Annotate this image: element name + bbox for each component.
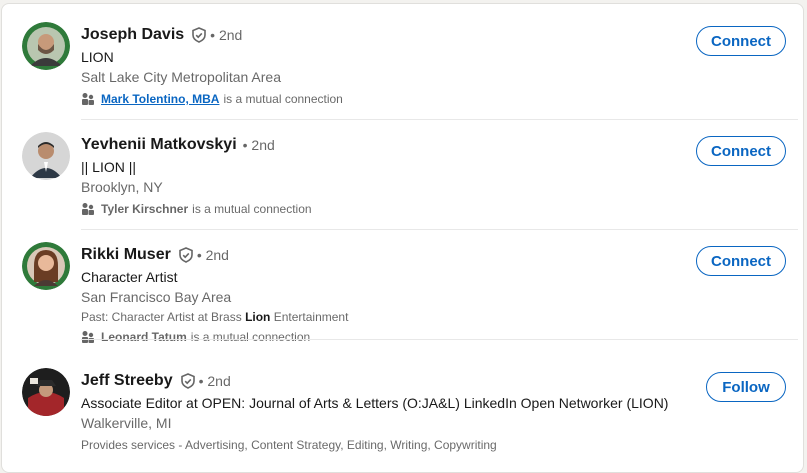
connect-button[interactable]: Connect <box>696 26 786 56</box>
connection-degree: • 2nd <box>198 373 231 389</box>
avatar[interactable] <box>22 368 70 416</box>
mutual-connection-name[interactable]: Tyler Kirschner <box>101 199 188 219</box>
member-headline: Character Artist <box>81 269 178 285</box>
search-result-item: Joseph Davis • 2nd LION Salt Lake City M… <box>10 10 798 120</box>
connection-degree: • 2nd <box>196 247 229 263</box>
search-results-card: Joseph Davis • 2nd LION Salt Lake City M… <box>1 3 804 473</box>
member-location: Walkerville, MI <box>81 415 172 431</box>
verified-badge-icon <box>178 247 194 263</box>
mutual-connection-text: is a mutual connection <box>192 202 312 216</box>
member-name[interactable]: Jeff Streeby <box>81 372 173 390</box>
member-headline: Associate Editor at OPEN: Journal of Art… <box>81 395 669 411</box>
mutual-connection-text: is a mutual connection <box>223 92 343 106</box>
mutual-connection-line: Leonard Tatum is a mutual connection <box>81 327 668 347</box>
avatar[interactable] <box>22 132 70 180</box>
member-headline: || LION || <box>81 159 137 175</box>
past-position-suffix: Entertainment <box>270 310 349 324</box>
connect-button[interactable]: Connect <box>696 136 786 166</box>
verified-badge-icon <box>180 373 196 389</box>
avatar[interactable] <box>22 22 70 70</box>
search-result-item: Yevhenii Matkovskyi • 2nd || LION || Bro… <box>10 120 798 230</box>
divider <box>81 339 798 340</box>
mutual-connection-line: Tyler Kirschner is a mutual connection <box>81 199 668 219</box>
search-result-item: Rikki Muser • 2nd Character Artist San F… <box>10 230 798 344</box>
mutual-connection-text: is a mutual connection <box>190 330 311 344</box>
member-location: Brooklyn, NY <box>81 179 163 195</box>
mutual-connection-name[interactable]: Leonard Tatum <box>101 327 187 347</box>
people-icon <box>81 330 95 344</box>
past-position: Past: Character Artist at Brass Lion Ent… <box>81 307 668 327</box>
connection-degree: • 2nd <box>210 27 243 43</box>
member-name[interactable]: Rikki Muser <box>81 246 171 264</box>
search-result-item: Jeff Streeby • 2nd Associate Editor at O… <box>10 356 798 466</box>
mutual-connection-line: Mark Tolentino, MBA is a mutual connecti… <box>81 89 668 109</box>
people-icon <box>81 92 95 106</box>
member-location: San Francisco Bay Area <box>81 289 232 305</box>
verified-badge-icon <box>191 27 207 43</box>
avatar[interactable] <box>22 242 70 290</box>
member-location: Salt Lake City Metropolitan Area <box>81 69 281 85</box>
provided-services: Provides services - Advertising, Content… <box>81 438 497 452</box>
keyword-highlight: Lion <box>245 310 271 324</box>
member-name[interactable]: Yevhenii Matkovskyi <box>81 136 237 154</box>
mutual-connection-link[interactable]: Mark Tolentino, MBA <box>101 89 219 109</box>
connection-degree: • 2nd <box>242 137 275 153</box>
past-position-prefix: Past: Character Artist at Brass <box>81 310 246 324</box>
connect-button[interactable]: Connect <box>696 246 786 276</box>
member-name[interactable]: Joseph Davis <box>81 26 184 44</box>
follow-button[interactable]: Follow <box>706 372 786 402</box>
people-icon <box>81 202 95 216</box>
member-headline: LION <box>81 49 114 65</box>
